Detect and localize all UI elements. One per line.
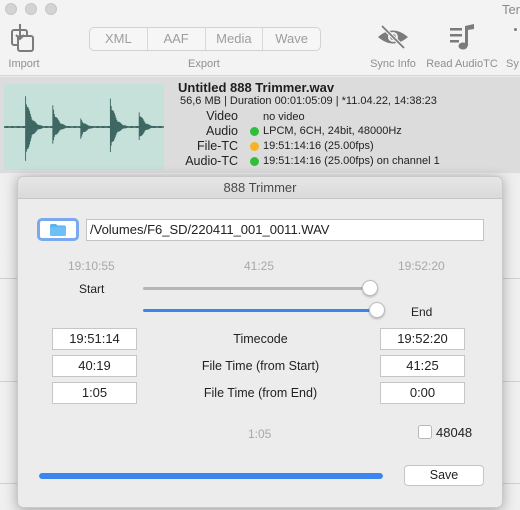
music-list-icon (450, 24, 474, 50)
video-label: Video (206, 109, 238, 123)
export-label: Export (188, 58, 220, 70)
end-file-time-from-end-field[interactable]: 0:00 (380, 382, 465, 404)
minimize-window-button[interactable] (25, 3, 37, 15)
audio-tc-value: 19:51:14:16 (25.00fps) on channel 1 (263, 155, 440, 167)
sync-info-label: Sync Info (370, 58, 416, 70)
sync-button-partial[interactable]: Sy (502, 22, 520, 74)
audio-label: Audio (206, 124, 238, 138)
window-title: Ter (501, 2, 520, 17)
range-duration: 41:25 (244, 259, 275, 273)
save-button[interactable]: Save (404, 465, 484, 486)
export-aaf-button[interactable]: AAF (148, 28, 206, 50)
start-timecode-field[interactable]: 19:51:14 (52, 328, 137, 350)
file-tc-value: 19:51:14:16 (25.00fps) (263, 140, 374, 152)
start-slider-knob[interactable] (361, 280, 378, 296)
end-label: End (411, 305, 433, 319)
waveform-thumbnail[interactable] (3, 84, 164, 170)
file-tc-status-icon (250, 142, 259, 151)
start-slider-track[interactable] (143, 287, 377, 290)
end-slider-knob[interactable] (369, 302, 385, 318)
eye-slash-icon (378, 24, 408, 50)
file-tc-label: File-TC (197, 139, 238, 153)
audio-status-icon (250, 127, 259, 136)
waveform-path (3, 96, 164, 161)
48048-checkbox-label: 48048 (436, 425, 473, 440)
end-file-time-from-start-field[interactable]: 41:25 (380, 355, 465, 377)
audio-tc-label: Audio-TC (185, 154, 238, 168)
audio-tc-status-icon (250, 157, 259, 166)
export-xml-button[interactable]: XML (90, 28, 148, 50)
export-wave-button[interactable]: Wave (263, 28, 320, 50)
start-file-time-from-end-field[interactable]: 1:05 (52, 382, 137, 404)
file-time-from-end-label: File Time (from End) (203, 386, 318, 400)
read-audiotc-label: Read AudioTC (426, 58, 498, 70)
end-timecode-field[interactable]: 19:52:20 (380, 328, 465, 350)
import-button[interactable]: Import (2, 22, 46, 74)
range-start-time: 19:10:55 (68, 259, 115, 273)
audio-value: LPCM, 6CH, 24bit, 48000Hz (263, 125, 402, 137)
progress-fill (39, 473, 383, 479)
start-label: Start (79, 282, 105, 296)
48048-checkbox[interactable] (418, 425, 432, 439)
export-segmented-control: XML AAF Media Wave (89, 27, 321, 51)
close-window-button[interactable] (5, 3, 17, 15)
main-toolbar: Ter Import XML AAF Media Wave Export Syn… (0, 0, 520, 76)
file-meta: 56,6 MB | Duration 00:01:05:09 | *11.04.… (180, 95, 437, 107)
selection-duration: 1:05 (248, 427, 272, 441)
trimmer-dialog: 888 Trimmer /Volumes/F6_SD/220411_001_00… (17, 176, 503, 508)
sync-label-partial: Sy (506, 58, 519, 70)
video-value: no video (263, 111, 305, 123)
waveform-graphic (3, 96, 164, 161)
file-time-from-start-label: File Time (from Start) (201, 359, 320, 373)
range-end-time: 19:52:20 (398, 259, 445, 273)
read-audiotc-button[interactable]: Read AudioTC (424, 22, 500, 74)
file-path-field[interactable]: /Volumes/F6_SD/220411_001_0011.WAV (86, 219, 484, 241)
zoom-window-button[interactable] (45, 3, 57, 15)
sync-info-button[interactable]: Sync Info (364, 22, 422, 74)
timecode-label: Timecode (233, 332, 288, 346)
folder-icon (50, 223, 66, 236)
start-file-time-from-start-field[interactable]: 40:19 (52, 355, 137, 377)
import-label: Import (8, 58, 40, 70)
import-icon (11, 24, 34, 52)
choose-file-button[interactable] (37, 218, 79, 241)
progress-bar (39, 473, 383, 479)
file-title: Untitled 888 Trimmer.wav (178, 80, 335, 95)
sync-icon (514, 28, 517, 31)
dialog-title: 888 Trimmer (18, 177, 502, 199)
end-slider-track[interactable] (143, 309, 377, 312)
export-media-button[interactable]: Media (206, 28, 264, 50)
